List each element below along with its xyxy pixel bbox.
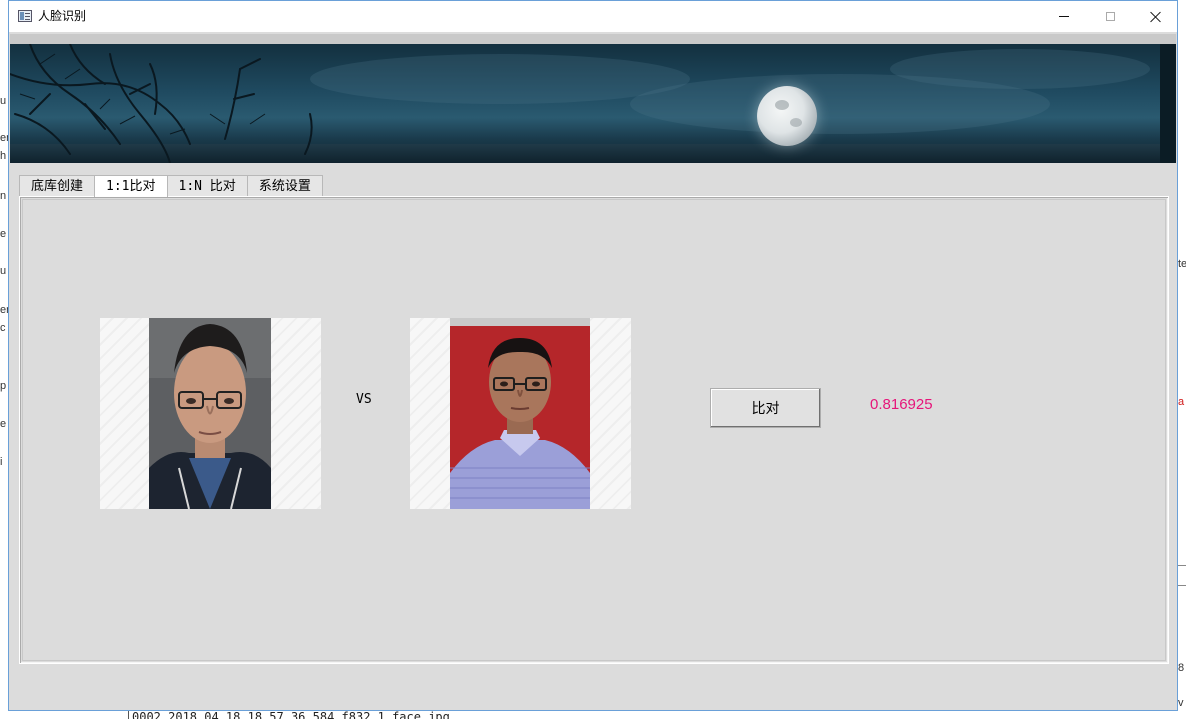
tab-system-settings[interactable]: 系统设置 <box>246 175 323 196</box>
background-text-fragment: er <box>0 132 8 144</box>
app-icon <box>18 10 32 22</box>
background-text-fragment: n <box>0 190 7 202</box>
tab-one-to-n[interactable]: 1:N 比对 <box>166 175 248 196</box>
tab-bar: 底库创建 1:1比对 1:N 比对 系统设置 <box>19 175 323 197</box>
banner-top-strip <box>10 34 1176 44</box>
close-icon <box>1150 11 1162 23</box>
background-text-fragment: v <box>1178 697 1184 709</box>
background-text-fragment: u <box>0 265 7 277</box>
console-line: 0002_2018_04_18_18_57_36_584_f832_1_face… <box>132 711 450 719</box>
moonlit-night-banner <box>10 44 1176 163</box>
background-text-fragment: e <box>0 228 7 240</box>
maximize-icon <box>1105 12 1115 21</box>
console-divider <box>128 711 129 719</box>
face-photo-b <box>450 318 590 509</box>
window-title: 人脸识别 <box>38 9 87 23</box>
photo-a-frame[interactable] <box>100 318 321 509</box>
background-left-edge: u er h n e u er c p e i <box>0 0 8 719</box>
vs-label: VS <box>356 392 372 407</box>
background-text-fragment: i <box>0 456 3 468</box>
background-right-edge: te a 8 v <box>1178 0 1186 719</box>
face-recognition-window: 人脸识别 底库创建 1:1比对 1:N 比对 系统设置 VS 比对 0.8169… <box>8 0 1178 711</box>
background-text-fragment: e <box>0 418 7 430</box>
background-divider <box>1178 565 1186 566</box>
tab-one-to-one[interactable]: 1:1比对 <box>94 175 168 197</box>
background-text-fragment: u <box>0 95 7 107</box>
face-photo-a <box>149 318 271 509</box>
minimize-button[interactable] <box>1041 1 1087 32</box>
tree-branches-graphic <box>10 44 313 163</box>
compare-button[interactable]: 比对 <box>710 388 821 428</box>
background-text-fragment: c <box>0 322 6 334</box>
maximize-button[interactable] <box>1087 1 1133 32</box>
photo-b-frame[interactable] <box>410 318 631 509</box>
background-text-fragment: a <box>1178 396 1185 408</box>
background-divider <box>1178 585 1186 586</box>
minimize-icon <box>1059 16 1069 17</box>
background-text-fragment: p <box>0 380 7 392</box>
background-text-fragment: te <box>1178 258 1186 270</box>
tab-gallery-create[interactable]: 底库创建 <box>19 175 96 196</box>
background-console: 0002_2018_04_18_18_57_36_584_f832_1_face… <box>0 711 1186 719</box>
background-text-fragment: h <box>0 150 7 162</box>
close-button[interactable] <box>1133 1 1179 32</box>
moon-image <box>757 86 817 146</box>
similarity-score: 0.816925 <box>870 396 933 413</box>
title-bar[interactable]: 人脸识别 <box>9 1 1177 32</box>
background-text-fragment: 8 <box>1178 662 1185 674</box>
background-text-fragment: er <box>0 304 8 316</box>
banner-right-edge <box>1160 44 1176 163</box>
